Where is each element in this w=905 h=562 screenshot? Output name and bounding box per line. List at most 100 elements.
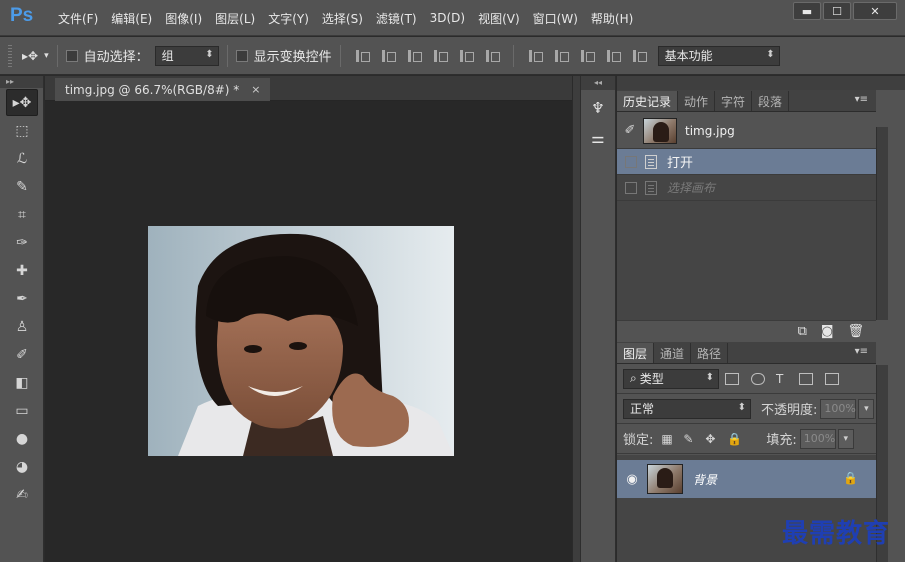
tab-character[interactable]: 字符	[715, 91, 753, 111]
lock-all-icon[interactable]: 🔒	[727, 433, 742, 445]
ps-logo: Ps	[10, 5, 34, 26]
menu-window[interactable]: 窗口(W)	[527, 10, 584, 27]
align-vcenter-icon[interactable]	[379, 48, 397, 64]
history-brush-source-icon[interactable]: ✐	[617, 123, 643, 138]
pen-tool-icon[interactable]: ✍	[6, 481, 38, 508]
canvas-area[interactable]	[45, 101, 572, 562]
menu-select[interactable]: 选择(S)	[316, 10, 369, 27]
align-top-icon[interactable]	[353, 48, 371, 64]
layer-filter-dropdown[interactable]: ⌕ 类型 ⬍	[623, 368, 719, 389]
menu-filter[interactable]: 滤镜(T)	[370, 10, 423, 27]
lock-image-icon[interactable]: ✎	[683, 433, 695, 445]
align-left-icon[interactable]	[431, 48, 449, 64]
photoshop-window: Ps 文件(F) 编辑(E) 图像(I) 图层(L) 文字(Y) 选择(S) 滤…	[0, 0, 905, 562]
history-brush-tool-icon[interactable]: ✐	[6, 341, 38, 368]
distribute-bottom-icon[interactable]	[578, 48, 596, 64]
divider	[226, 44, 228, 67]
menu-view[interactable]: 视图(V)	[472, 10, 526, 27]
gradient-tool-icon[interactable]: ▭	[6, 397, 38, 424]
eyedropper-tool-icon[interactable]: ✑	[6, 229, 38, 256]
tool-preset-picker[interactable]: ▸✥ ▾	[22, 49, 49, 63]
tab-channels[interactable]: 通道	[654, 343, 692, 363]
move-tool-icon[interactable]: ▸✥	[6, 89, 38, 116]
filter-smart-object-icon[interactable]	[825, 372, 839, 385]
history-step-checkbox[interactable]	[625, 181, 637, 194]
eye-icon[interactable]: ◉	[617, 472, 647, 487]
chevron-down-icon[interactable]: ▾	[837, 428, 854, 449]
tab-actions[interactable]: 动作	[678, 91, 716, 111]
lock-transparent-icon[interactable]: ▦	[661, 433, 673, 445]
menu-3d[interactable]: 3D(D)	[424, 11, 471, 25]
close-button[interactable]: ✕	[853, 2, 897, 20]
history-snapshot[interactable]: ✐ timg.jpg	[617, 113, 876, 149]
layer-item[interactable]: ◉ 背景 🔒	[617, 460, 876, 498]
panel-menu-icon[interactable]: ▾≡	[855, 94, 868, 105]
menu-layer[interactable]: 图层(L)	[209, 10, 261, 27]
panels-collapse-icon[interactable]	[617, 76, 905, 90]
lasso-tool-icon[interactable]: ℒ	[6, 145, 38, 172]
filter-type-icon[interactable]: T	[776, 373, 788, 385]
fill-field[interactable]: 100%	[799, 428, 836, 449]
new-document-from-state-icon[interactable]: ⧉	[798, 324, 807, 339]
distribute-top-icon[interactable]	[526, 48, 544, 64]
panel-menu-icon[interactable]: ▾≡	[855, 346, 868, 357]
distribute-left-icon[interactable]	[604, 48, 622, 64]
history-panel-icon[interactable]: ♆	[585, 96, 611, 120]
align-hcenter-icon[interactable]	[457, 48, 475, 64]
tab-paths[interactable]: 路径	[691, 343, 729, 363]
maximize-button[interactable]: ☐	[823, 2, 851, 20]
tools-collapse-icon[interactable]: ▸▸	[0, 76, 43, 88]
tab-paragraph[interactable]: 段落	[752, 91, 790, 111]
updown-arrow-icon: ⬍	[705, 371, 714, 383]
history-scrollbar[interactable]	[876, 127, 888, 320]
camera-icon[interactable]: ◙	[821, 324, 834, 339]
updown-arrow-icon: ⬍	[205, 48, 214, 60]
menu-type[interactable]: 文字(Y)	[262, 10, 315, 27]
marquee-tool-icon[interactable]: ⬚	[6, 117, 38, 144]
brush-tool-icon[interactable]: ✒	[6, 285, 38, 312]
history-step-checkbox[interactable]	[625, 155, 637, 168]
blur-tool-icon[interactable]: ●	[6, 425, 38, 452]
crop-tool-icon[interactable]: ⌗	[6, 201, 38, 228]
blend-mode-dropdown[interactable]: 正常 ⬍	[623, 398, 751, 419]
trash-icon[interactable]: 🗑	[847, 324, 864, 339]
filter-pixel-icon[interactable]	[725, 372, 739, 385]
properties-panel-icon[interactable]: ⚌	[585, 126, 611, 150]
opacity-field[interactable]: 100%	[820, 398, 857, 419]
menu-file[interactable]: 文件(F)	[52, 10, 104, 27]
align-right-icon[interactable]	[483, 48, 501, 64]
eraser-tool-icon[interactable]: ◧	[6, 369, 38, 396]
dodge-tool-icon[interactable]: ◕	[6, 453, 38, 480]
document-tab[interactable]: timg.jpg @ 66.7%(RGB/8#) * ×	[55, 78, 271, 101]
history-step[interactable]: 选择画布	[617, 175, 876, 201]
lock-position-icon[interactable]: ✥	[705, 433, 717, 445]
distribute-vcenter-icon[interactable]	[552, 48, 570, 64]
minimize-button[interactable]: ▬	[793, 2, 821, 20]
quick-select-tool-icon[interactable]: ✎	[6, 173, 38, 200]
menu-image[interactable]: 图像(I)	[159, 10, 208, 27]
move-tool-icon: ▸✥	[22, 48, 39, 63]
menu-help[interactable]: 帮助(H)	[585, 10, 639, 27]
auto-select-dropdown[interactable]: 组 ⬍	[154, 45, 219, 66]
history-step-label: 选择画布	[667, 181, 716, 195]
close-tab-icon[interactable]: ×	[251, 83, 260, 96]
dock-collapse-icon[interactable]: ◂◂	[581, 76, 615, 90]
auto-select-checkbox[interactable]	[65, 49, 78, 62]
chevron-down-icon[interactable]: ▾	[858, 398, 875, 419]
filter-shape-icon[interactable]	[799, 372, 813, 385]
options-grip[interactable]	[8, 44, 12, 67]
distribute-hcenter-icon[interactable]	[630, 48, 648, 64]
menu-edit[interactable]: 编辑(E)	[105, 10, 158, 27]
document-icon	[645, 180, 657, 195]
align-bottom-icon[interactable]	[405, 48, 423, 64]
workspace-dropdown[interactable]: 基本功能 ⬍	[657, 45, 780, 66]
clone-stamp-tool-icon[interactable]: ♙	[6, 313, 38, 340]
healing-brush-tool-icon[interactable]: ✚	[6, 257, 38, 284]
history-step[interactable]: 打开	[617, 149, 876, 175]
tab-history[interactable]: 历史记录	[617, 91, 679, 111]
canvas-vertical-scrollbar[interactable]	[572, 76, 580, 562]
show-transform-checkbox[interactable]	[235, 49, 248, 62]
document-photo[interactable]	[148, 226, 454, 456]
tab-layers[interactable]: 图层	[617, 343, 655, 363]
filter-adjustment-icon[interactable]	[751, 372, 765, 385]
